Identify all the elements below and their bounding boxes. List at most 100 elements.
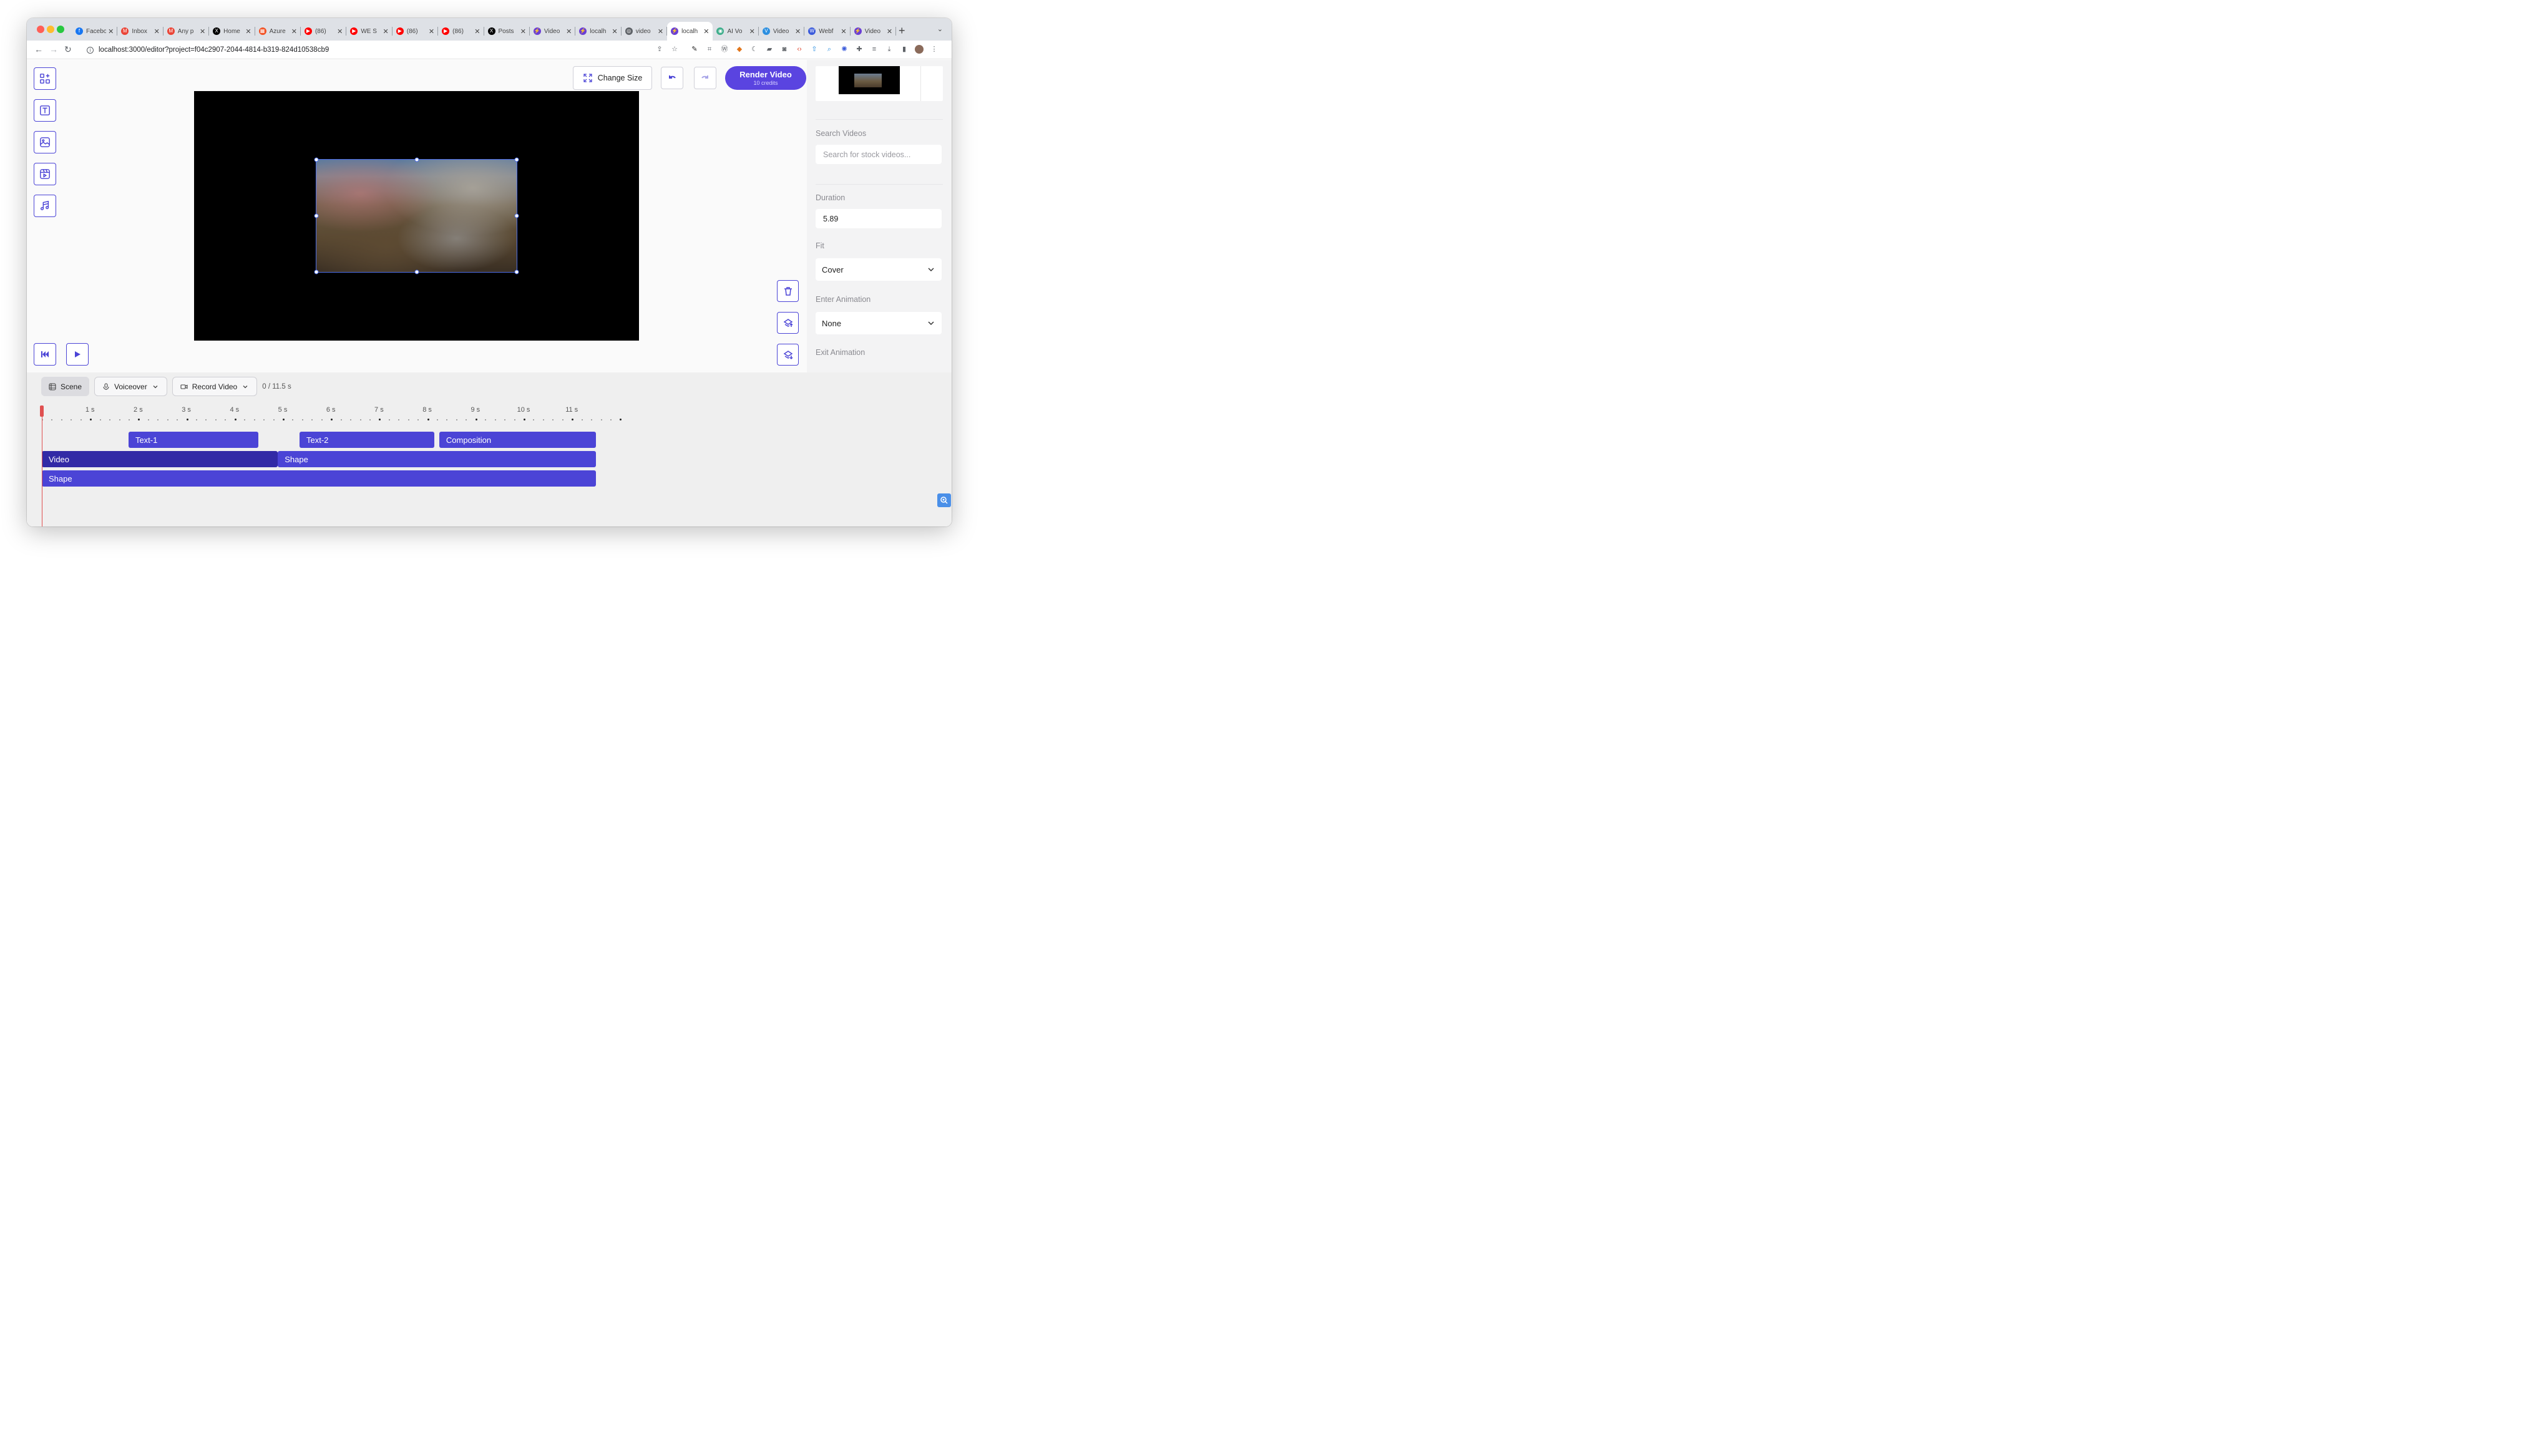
- browser-tab[interactable]: ⚡ Video ✕: [851, 22, 897, 41]
- browser-tab[interactable]: ▶ (86) ✕: [393, 22, 439, 41]
- duration-input[interactable]: 5.89: [816, 209, 942, 228]
- address-bar[interactable]: i localhost:3000/editor?project=f04c2907…: [80, 42, 680, 57]
- timeline-clip-composition[interactable]: Composition: [439, 432, 596, 448]
- extension-c-icon[interactable]: ☾: [750, 45, 759, 54]
- close-tab-icon[interactable]: ✕: [703, 27, 709, 36]
- playhead-handle[interactable]: [40, 405, 44, 417]
- redo-button[interactable]: [694, 67, 716, 89]
- timeline-ruler[interactable]: 1 s 2 s 3 s 4 s 5 s 6 s 7 s 8 s 9 s 10 s 11 s: [42, 406, 635, 421]
- undo-button[interactable]: [661, 67, 683, 89]
- reading-list-icon[interactable]: ≡: [870, 45, 879, 54]
- browser-tab[interactable]: ▶ (86) ✕: [301, 22, 347, 41]
- back-arrow-icon[interactable]: ←: [34, 44, 43, 54]
- extension-code-icon[interactable]: ⌗: [705, 45, 714, 54]
- resize-handle-top-right[interactable]: [514, 157, 519, 162]
- browser-tab[interactable]: ⚡ localh ✕: [575, 22, 622, 41]
- extension-upload-icon[interactable]: ⇧: [810, 45, 819, 54]
- enter-animation-select[interactable]: None: [816, 312, 942, 334]
- browser-menu-icon[interactable]: ⋮: [930, 45, 939, 54]
- selected-video-clip[interactable]: [314, 157, 519, 274]
- browser-tab[interactable]: ▶ WE S ✕: [346, 22, 393, 41]
- close-tab-icon[interactable]: ✕: [566, 27, 572, 36]
- profile-avatar[interactable]: [915, 45, 924, 54]
- download-icon[interactable]: ⤓: [885, 45, 894, 54]
- rewind-button[interactable]: [34, 343, 56, 366]
- browser-tab[interactable]: ◎ video ✕: [622, 22, 668, 41]
- play-button[interactable]: [66, 343, 89, 366]
- browser-tab[interactable]: fFacebook✕: [72, 22, 118, 41]
- extensions-puzzle-icon[interactable]: ✚: [855, 45, 864, 54]
- record-video-dropdown[interactable]: Record Video: [172, 377, 258, 396]
- preview-thumbnail[interactable]: [816, 66, 943, 101]
- video-canvas[interactable]: [194, 91, 639, 341]
- fit-select[interactable]: Cover: [816, 258, 942, 281]
- new-tab-button[interactable]: +: [899, 24, 905, 37]
- maximize-window-button[interactable]: [57, 26, 64, 33]
- bring-forward-button[interactable]: [777, 312, 799, 334]
- close-tab-icon[interactable]: ✕: [154, 27, 160, 36]
- add-image-button[interactable]: [34, 131, 56, 153]
- delete-button[interactable]: [777, 280, 799, 302]
- close-tab-icon[interactable]: ✕: [795, 27, 801, 36]
- timeline-clip-text-2[interactable]: Text-2: [300, 432, 435, 448]
- close-tab-icon[interactable]: ✕: [520, 27, 526, 36]
- extension-stack-icon[interactable]: ▰: [765, 45, 774, 54]
- browser-tab[interactable]: ⚡ localh ✕: [667, 22, 713, 41]
- render-video-button[interactable]: Render Video 10 credits: [725, 66, 806, 90]
- timeline-clip-video[interactable]: Video: [42, 451, 278, 467]
- resize-handle-left[interactable]: [314, 213, 319, 218]
- extension-pen-icon[interactable]: ✎: [690, 45, 699, 54]
- camera-icon[interactable]: ◙: [780, 45, 789, 54]
- extension-gear-icon[interactable]: ✺: [840, 45, 849, 54]
- close-tab-icon[interactable]: ✕: [658, 27, 663, 36]
- close-tab-icon[interactable]: ✕: [749, 27, 755, 36]
- extension-search-icon[interactable]: ⌕: [825, 45, 834, 54]
- resize-handle-right[interactable]: [514, 213, 519, 218]
- scene-button[interactable]: Scene: [41, 377, 90, 396]
- browser-tab[interactable]: ◉ AI Vo ✕: [713, 22, 759, 41]
- browser-tab[interactable]: X Posts ✕: [484, 22, 530, 41]
- browser-tab[interactable]: X Home ✕: [209, 22, 255, 41]
- side-panel-icon[interactable]: ▮: [900, 45, 909, 54]
- browser-tab[interactable]: V Video ✕: [759, 22, 805, 41]
- browser-tab[interactable]: ▦ Azure ✕: [255, 22, 301, 41]
- close-tab-icon[interactable]: ✕: [291, 27, 297, 36]
- browser-tab[interactable]: M Inbox ✕: [117, 22, 163, 41]
- resize-handle-bottom-right[interactable]: [514, 269, 519, 274]
- resize-handle-bottom[interactable]: [414, 269, 419, 274]
- close-tab-icon[interactable]: ✕: [429, 27, 434, 36]
- devtools-icon[interactable]: ‹›: [795, 45, 804, 54]
- close-tab-icon[interactable]: ✕: [474, 27, 480, 36]
- forward-arrow-icon[interactable]: →: [49, 44, 58, 54]
- add-video-button[interactable]: [34, 163, 56, 185]
- resize-handle-top-left[interactable]: [314, 157, 319, 162]
- close-tab-icon[interactable]: ✕: [108, 27, 114, 36]
- close-tab-icon[interactable]: ✕: [337, 27, 343, 36]
- reload-icon[interactable]: ↻: [64, 44, 72, 55]
- minimize-window-button[interactable]: [47, 26, 54, 33]
- add-text-button[interactable]: [34, 99, 56, 122]
- close-tab-icon[interactable]: ✕: [245, 27, 251, 36]
- send-backward-button[interactable]: [777, 344, 799, 366]
- browser-tab[interactable]: ⚡ Video ✕: [530, 22, 576, 41]
- close-tab-icon[interactable]: ✕: [887, 27, 892, 36]
- browser-tab[interactable]: M Any p ✕: [163, 22, 210, 41]
- resize-handle-bottom-left[interactable]: [314, 269, 319, 274]
- timeline-clip-text-1[interactable]: Text-1: [128, 432, 259, 448]
- close-tab-icon[interactable]: ✕: [200, 27, 205, 36]
- site-info-icon[interactable]: i: [87, 46, 94, 54]
- close-window-button[interactable]: [37, 26, 44, 33]
- timeline-clip-shape[interactable]: Shape: [278, 451, 596, 467]
- wordpress-icon[interactable]: Ⓦ: [720, 45, 729, 54]
- stock-video-search-input[interactable]: Search for stock videos...: [816, 145, 942, 164]
- metamask-icon[interactable]: ◆: [735, 45, 744, 54]
- timeline-clip-shape[interactable]: Shape: [42, 470, 596, 487]
- zoom-button[interactable]: [937, 493, 951, 507]
- voiceover-dropdown[interactable]: Voiceover: [94, 377, 167, 396]
- close-tab-icon[interactable]: ✕: [383, 27, 389, 36]
- add-elements-button[interactable]: [34, 67, 56, 90]
- change-size-button[interactable]: Change Size: [573, 66, 652, 90]
- tab-search-chevron-icon[interactable]: ⌄: [937, 25, 943, 33]
- close-tab-icon[interactable]: ✕: [612, 27, 617, 36]
- browser-tab[interactable]: W Webf ✕: [804, 22, 851, 41]
